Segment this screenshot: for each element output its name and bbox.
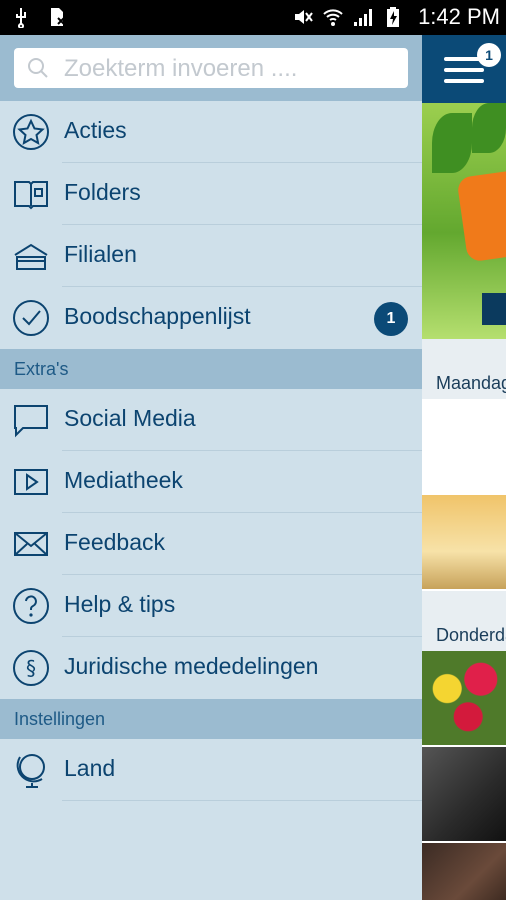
no-sim-icon	[51, 8, 65, 26]
section-header-extras: Extra's	[0, 349, 422, 389]
menu-item-acties[interactable]: Acties	[0, 101, 422, 163]
envelope-icon	[14, 532, 48, 556]
folder-thumbnail[interactable]	[422, 495, 506, 591]
signal-icon	[354, 9, 373, 26]
menu-item-help-tips[interactable]: Help & tips	[0, 575, 422, 637]
svg-text:§: §	[26, 656, 36, 680]
folder-icon	[14, 181, 48, 210]
menu-item-label: Acties	[64, 117, 127, 143]
menu-item-label: Filialen	[64, 241, 137, 267]
star-icon	[13, 114, 49, 150]
play-icon	[14, 469, 48, 495]
menu-item-juridische-mededelingen[interactable]: § Juridische mededelingen	[0, 637, 422, 699]
usb-icon	[16, 8, 26, 28]
menu-item-label: Folders	[64, 179, 141, 205]
menu-item-label: Social Media	[64, 405, 196, 431]
menu-item-filialen[interactable]: Filialen	[0, 225, 422, 287]
menu-item-label: Feedback	[64, 529, 166, 555]
section-header-instellingen: Instellingen	[0, 699, 422, 739]
folder-thumbnail[interactable]	[422, 651, 506, 747]
navigation-drawer: Acties Folders Filialen Boodschappenlijs…	[0, 35, 422, 900]
battery-charging-icon	[387, 7, 400, 27]
paragraph-icon: §	[13, 650, 49, 686]
menu-item-label: Land	[64, 755, 116, 781]
question-icon	[13, 588, 49, 624]
promo-banner[interactable]	[422, 103, 506, 339]
menu-item-mediatheek[interactable]: Mediatheek	[0, 451, 422, 513]
menu-item-label: Help & tips	[64, 591, 176, 617]
day-label-monday: Maandag	[422, 339, 506, 399]
shopping-list-count-badge: 1	[374, 302, 408, 336]
check-icon	[13, 300, 49, 336]
folder-thumbnail[interactable]	[422, 843, 506, 900]
store-icon	[14, 243, 48, 270]
speech-bubble-icon	[14, 405, 48, 438]
menu-notification-badge: 1	[477, 43, 501, 67]
folder-thumbnail[interactable]	[422, 399, 506, 495]
day-label-thursday: Donderdag	[422, 591, 506, 651]
menu-item-boodschappenlijst[interactable]: Boodschappenlijst 1	[0, 287, 422, 349]
menu-item-folders[interactable]: Folders	[0, 163, 422, 225]
globe-icon	[16, 754, 45, 788]
status-bar: 1:42 PM	[0, 0, 506, 35]
menu-item-label: Boodschappenlijst	[64, 303, 251, 329]
search-box[interactable]	[14, 48, 408, 88]
app-bar: 1	[422, 35, 506, 103]
clock: 1:42 PM	[418, 4, 500, 29]
wifi-icon	[323, 9, 343, 26]
menu-item-label: Mediatheek	[64, 467, 183, 493]
menu-item-social-media[interactable]: Social Media	[0, 389, 422, 451]
search-input[interactable]	[62, 52, 396, 86]
folder-thumbnail[interactable]	[422, 747, 506, 843]
menu-item-land[interactable]: Land	[0, 739, 422, 801]
menu-item-feedback[interactable]: Feedback	[0, 513, 422, 575]
brand-logo	[456, 168, 506, 263]
main-content: 1 Maandag Donderdag	[422, 35, 506, 900]
search-icon[interactable]	[26, 56, 50, 80]
mute-icon	[295, 10, 313, 24]
menu-item-label: Juridische mededelingen	[64, 653, 319, 679]
search-bar	[0, 35, 422, 101]
